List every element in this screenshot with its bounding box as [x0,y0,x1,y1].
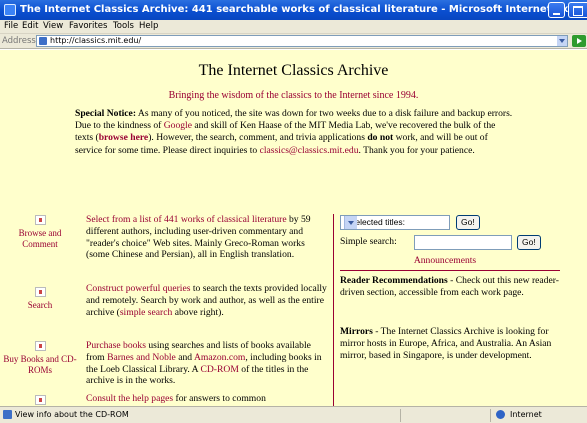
menu-edit[interactable]: Edit [22,21,38,31]
feature-buy: Purchase books using searches and lists … [86,340,330,387]
address-label: Address [2,36,36,46]
page-content: The Internet Classics Archive Bringing t… [0,50,587,406]
google-link[interactable]: Google [164,120,192,131]
menu-bar: File Edit View Favorites Tools Help [0,20,587,34]
feature-browse: Select from a list of 441 works of class… [86,214,330,261]
status-bar: View info about the CD-ROM Internet [0,406,587,423]
feature-search: Construct powerful queries to search the… [86,283,330,318]
help-feature-icon-group[interactable] [2,395,78,405]
feature-text: above right). [172,306,224,318]
page-title: The Internet Classics Archive [198,62,389,79]
reader-rec-title: Reader Recommendations [340,275,448,286]
simple-search-label: Simple search: [340,236,397,247]
status-text: View info about the CD-ROM [15,410,129,419]
security-zone: Internet [510,410,542,419]
announcements-heading: Announcements [413,255,477,266]
address-input[interactable]: http://classics.mit.edu/ [36,35,568,47]
purchase-books-link[interactable]: Purchase books [86,340,146,351]
page-status-icon [3,410,12,419]
address-url: http://classics.mit.edu/ [50,36,142,45]
cd-rom-link[interactable]: CD-ROM [200,364,238,375]
feature-text: and [175,351,194,363]
status-separator [400,409,401,422]
browse-caption[interactable]: Browse and Comment [2,228,78,250]
feature-help: Consult the help pages for answers to co… [86,393,330,405]
search-icon[interactable] [34,287,46,297]
status-separator [490,409,491,422]
internet-explorer-icon [4,4,16,16]
window-title: The Internet Classics Archive: 441 searc… [20,4,587,15]
notice-emphasis: do not [367,132,394,144]
minimize-button[interactable] [548,2,565,18]
search-caption[interactable]: Search [2,300,78,311]
mirrors-title: Mirrors [340,326,373,337]
titles-select[interactable]: * Selected titles: [340,215,450,230]
maximize-button[interactable] [568,2,587,18]
titles-go-button[interactable]: Go! [456,215,480,230]
menu-view[interactable]: View [43,21,63,31]
window-titlebar: The Internet Classics Archive: 441 searc… [0,0,587,20]
construct-queries-link[interactable]: Construct powerful queries [86,283,190,294]
select-works-link[interactable]: Select from a list of 441 works of class… [86,214,287,225]
simple-search-link[interactable]: simple search [120,307,172,318]
buy-caption[interactable]: Buy Books and CD-ROMs [2,354,78,376]
email-link[interactable]: classics@classics.mit.edu [260,145,359,156]
column-divider [333,214,334,406]
menu-help[interactable]: Help [139,21,158,31]
menu-file[interactable]: File [4,21,18,31]
announcements-rule [340,270,560,271]
special-notice: Special Notice: As many of you noticed, … [75,108,515,157]
address-bar: Address http://classics.mit.edu/ [0,34,587,49]
search-feature-icon-group[interactable]: Search [2,287,78,311]
browse-here-link[interactable]: browse here [99,132,148,143]
feature-text: for answers to common [173,393,266,404]
chevron-down-icon[interactable] [344,216,357,229]
amazon-link[interactable]: Amazon.com [194,352,245,363]
menu-tools[interactable]: Tools [113,21,134,31]
browse-feature-icon-group[interactable]: Browse and Comment [2,215,78,250]
search-go-button[interactable]: Go! [517,235,541,250]
notice-text: ). However, the search, comment, and tri… [148,132,368,144]
notice-text: . Thank you for your patience. [358,144,475,156]
buy-feature-icon-group[interactable]: Buy Books and CD-ROMs [2,341,78,376]
barnes-noble-link[interactable]: Barnes and Noble [107,352,176,363]
reader-recommendations: Reader Recommendations - Check out this … [340,275,568,299]
page-icon [39,37,47,45]
notice-label: Special Notice: [75,108,137,119]
book-icon[interactable] [34,341,46,351]
address-dropdown-arrow[interactable] [557,36,567,46]
go-arrow-icon[interactable] [572,35,586,47]
help-pages-link[interactable]: Consult the help pages [86,393,173,404]
mirrors-announcement: Mirrors - The Internet Classics Archive … [340,326,568,361]
globe-icon [496,410,505,419]
page-tagline: Bringing the wisdom of the classics to t… [168,90,419,101]
simple-search-input[interactable] [414,235,512,250]
browse-icon[interactable] [34,215,46,225]
help-icon[interactable] [34,395,46,405]
menu-favorites[interactable]: Favorites [69,21,107,31]
